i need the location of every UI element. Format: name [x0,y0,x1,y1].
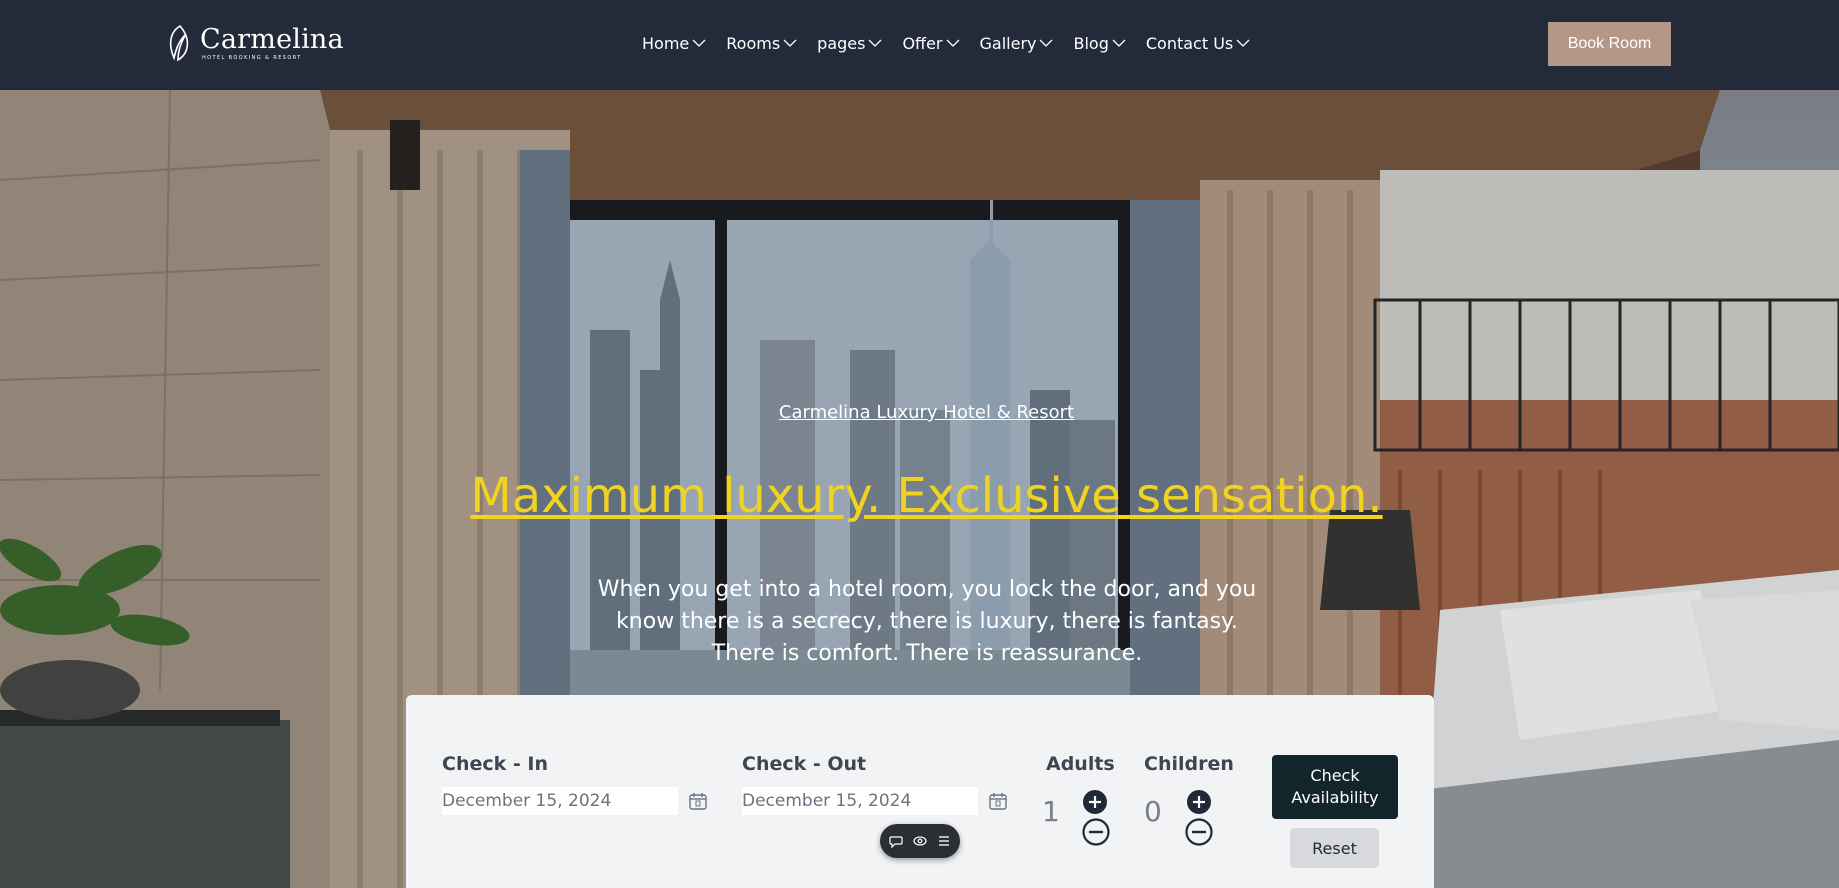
chevron-down-icon [692,39,706,47]
check-out-label: Check - Out [742,753,867,775]
check-out-input[interactable]: December 15, 2024 [742,787,978,815]
plus-circle-icon[interactable] [1082,789,1108,815]
calendar-icon[interactable] [688,791,708,811]
chevron-down-icon [783,39,797,47]
nav-item-label: Rooms [726,33,781,53]
logo-tagline: HOTEL BOOKING & RESORT [202,54,302,61]
adults-count: 1 [1042,795,1060,828]
menu-icon[interactable] [937,834,951,848]
nav-item-gallery[interactable]: Gallery [980,31,1054,55]
check-availability-button[interactable]: Check Availability [1272,755,1398,819]
adults-label: Adults [1046,753,1115,775]
hero-subtitle-link[interactable]: Carmelina Luxury Hotel & Resort [0,402,1839,423]
chevron-down-icon [946,39,959,47]
floating-toolbar [880,824,960,858]
chat-icon[interactable] [889,834,903,848]
children-count: 0 [1144,795,1162,828]
site-header: Carmelina HOTEL BOOKING & RESORT Home Ro… [0,0,1839,90]
plus-circle-icon[interactable] [1186,789,1212,815]
hero-title-link[interactable]: Maximum luxury. Exclusive sensation. [0,468,1839,524]
chevron-down-icon [1112,39,1126,47]
logo-leaf-icon [169,24,189,62]
nav-item-label: Gallery [979,33,1037,53]
reset-button[interactable]: Reset [1290,828,1379,868]
minus-circle-icon[interactable] [1082,818,1110,846]
chevron-down-icon [1040,39,1053,47]
nav-item-label: Blog [1073,33,1109,53]
chevron-down-icon [868,39,882,47]
children-label: Children [1144,753,1234,775]
book-room-button[interactable]: Book Room [1548,22,1671,66]
nav-item-label: Contact Us [1145,33,1234,53]
nav-item-rooms[interactable]: Rooms [726,31,797,55]
logo-name: Carmelina [200,23,344,55]
nav-item-contact[interactable]: Contact Us [1146,31,1250,55]
nav-item-label: Offer [902,33,943,53]
nav-item-home[interactable]: Home [642,31,706,55]
main-nav: Home Rooms pages Offer Gallery Blog Cont… [642,31,1270,55]
chevron-down-icon [1236,39,1250,47]
check-in-input[interactable]: December 15, 2024 [442,787,678,815]
nav-item-label: Home [642,33,690,53]
nav-item-blog[interactable]: Blog [1073,31,1126,55]
nav-item-offer[interactable]: Offer [902,31,959,55]
calendar-icon[interactable] [988,791,1008,811]
minus-circle-icon[interactable] [1185,818,1213,846]
nav-item-label: pages [817,33,866,53]
check-in-label: Check - In [442,753,548,775]
eye-icon[interactable] [913,834,927,848]
hero-description: When you get into a hotel room, you lock… [597,577,1257,666]
logo[interactable]: Carmelina HOTEL BOOKING & RESORT [166,24,344,62]
nav-item-pages[interactable]: pages [817,31,882,55]
booking-form: Check - In December 15, 2024 Check - Out… [406,695,1434,888]
